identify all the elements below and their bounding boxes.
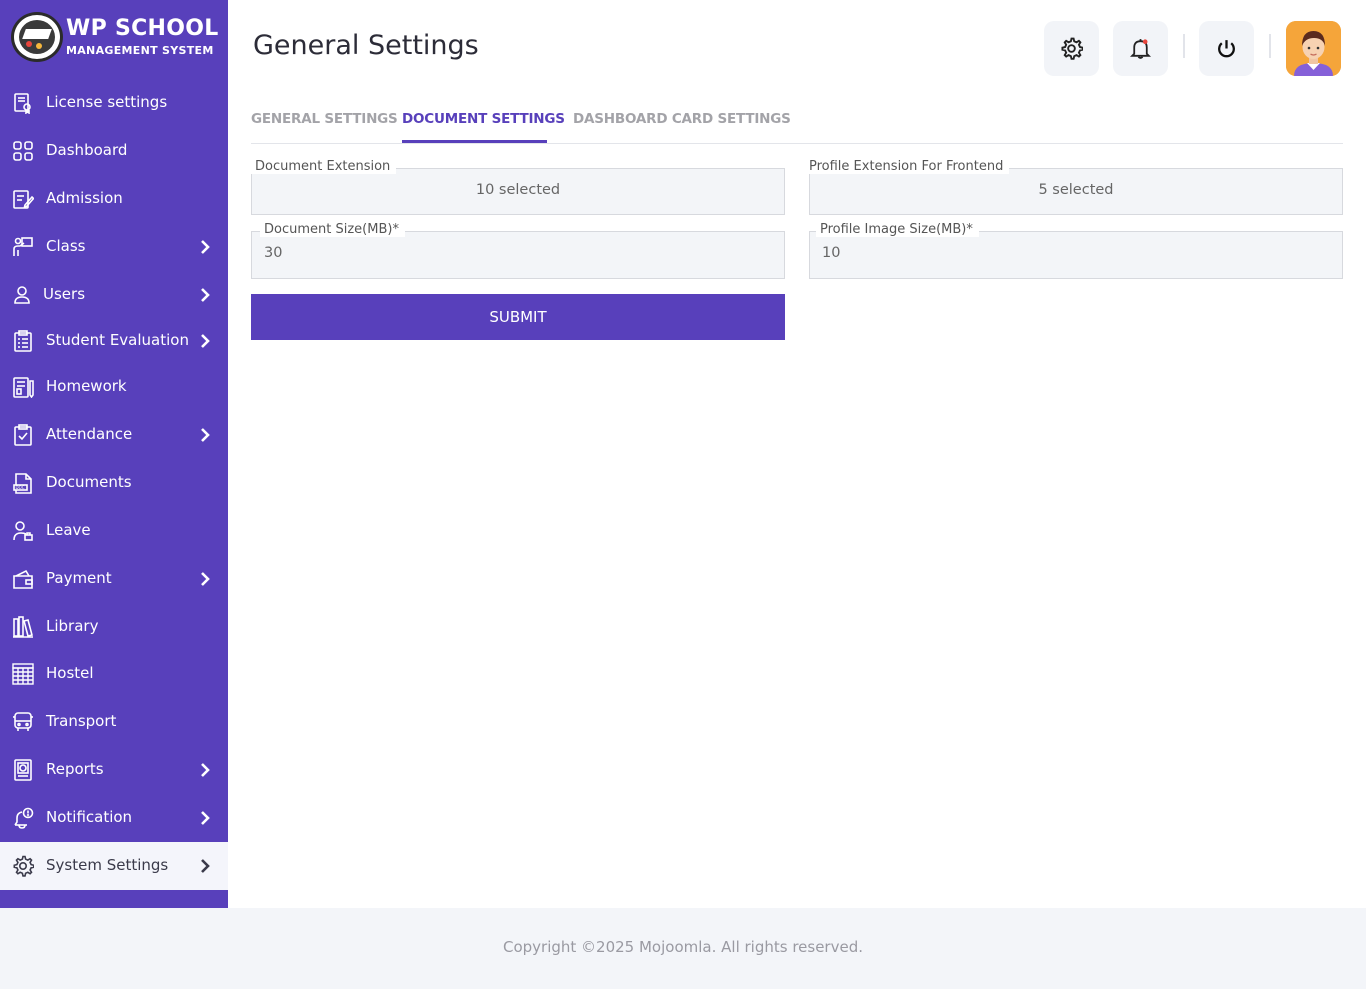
- chevron-right-icon: [201, 334, 210, 348]
- header-divider: [1183, 34, 1185, 58]
- reports-icon: [14, 759, 32, 781]
- sidebar-item-reports[interactable]: Reports: [0, 746, 228, 794]
- sidebar-item-homework[interactable]: Homework: [0, 363, 228, 411]
- sidebar-item-attendance[interactable]: Attendance: [0, 411, 228, 459]
- document-extension-select[interactable]: Document Extension 10 selected: [251, 159, 785, 215]
- settings-button[interactable]: [1044, 21, 1099, 76]
- sidebar-item-label: Documents: [46, 473, 132, 491]
- hostel-icon: [12, 663, 34, 685]
- sidebar-item-system-settings[interactable]: System Settings: [0, 842, 228, 890]
- attendance-icon: [14, 424, 32, 446]
- sidebar-item-library[interactable]: Library: [0, 603, 228, 650]
- chevron-right-icon: [201, 811, 210, 825]
- sidebar-item-documents[interactable]: DOC Documents: [0, 459, 228, 507]
- page-title: General Settings: [253, 30, 479, 61]
- chevron-right-icon: [201, 288, 210, 302]
- dashboard-icon: [13, 141, 33, 161]
- profile-image-size-input[interactable]: Profile Image Size(MB)* 10: [809, 222, 1343, 279]
- sidebar-item-student-evaluation[interactable]: Student Evaluation: [0, 317, 228, 363]
- bus-icon: [13, 712, 33, 731]
- settings-tabs: GENERAL SETTINGS DOCUMENT SETTINGS DASHB…: [251, 107, 1343, 144]
- school-logo-icon: [11, 12, 63, 62]
- sidebar-item-label: Library: [46, 617, 99, 635]
- sidebar-item-label: Leave: [46, 521, 91, 539]
- sidebar-item-label: Reports: [46, 760, 104, 778]
- copyright-text: Copyright ©2025 Mojoomla. All rights res…: [502, 938, 863, 956]
- sidebar-item-label: Student Evaluation: [46, 331, 189, 349]
- logout-button[interactable]: [1199, 21, 1254, 76]
- library-icon: [13, 616, 33, 638]
- tab-dashboard-card-settings[interactable]: DASHBOARD CARD SETTINGS: [573, 111, 791, 127]
- class-icon: [13, 237, 33, 256]
- chevron-right-icon: [201, 240, 210, 254]
- notifications-button[interactable]: [1113, 21, 1168, 76]
- sidebar-item-class[interactable]: Class: [0, 223, 228, 271]
- sidebar-item-label: License settings: [46, 93, 168, 111]
- homework-icon: [13, 377, 34, 398]
- sidebar-item-label: Class: [46, 237, 86, 255]
- footer: Copyright ©2025 Mojoomla. All rights res…: [0, 908, 1366, 989]
- active-tab-indicator: [402, 140, 547, 143]
- sidebar-item-label: Admission: [46, 189, 123, 207]
- chevron-right-icon: [201, 859, 210, 873]
- header-divider: [1269, 34, 1271, 58]
- document-size-input[interactable]: Document Size(MB)* 30: [251, 222, 785, 279]
- sidebar-item-label: Users: [43, 285, 86, 303]
- sidebar-item-label: System Settings: [46, 856, 169, 874]
- document-extension-value: 10 selected: [475, 182, 561, 198]
- leave-icon: [13, 521, 33, 541]
- notification-icon: [14, 807, 34, 829]
- evaluation-icon: [14, 330, 32, 352]
- brand-subtitle: MANAGEMENT SYSTEM: [66, 44, 214, 57]
- profile-extension-value: 5 selected: [1038, 182, 1114, 198]
- sidebar-item-label: Transport: [46, 712, 117, 730]
- sidebar-item-users[interactable]: Users: [0, 271, 228, 317]
- sidebar-item-admission[interactable]: Admission: [0, 175, 228, 223]
- document-size-label: Document Size(MB)*: [260, 222, 405, 237]
- documents-icon: DOC: [13, 473, 32, 494]
- brand-logo[interactable]: WP SCHOOL MANAGEMENT SYSTEM: [10, 12, 224, 64]
- bell-icon: [1129, 39, 1152, 59]
- sidebar-item-label: Notification: [46, 808, 133, 826]
- license-icon: [14, 93, 31, 114]
- sidebar-item-dashboard[interactable]: Dashboard: [0, 127, 228, 175]
- sidebar-item-label: Attendance: [46, 425, 133, 443]
- sidebar-item-label: Payment: [46, 569, 112, 587]
- admission-icon: [13, 190, 34, 209]
- chevron-right-icon: [201, 428, 210, 442]
- profile-image-size-label: Profile Image Size(MB)*: [816, 222, 979, 237]
- sidebar-nav: License settings Dashboard Admission Cla…: [0, 79, 228, 890]
- brand-title: WP SCHOOL: [66, 16, 219, 41]
- profile-image-size-value: 10: [822, 245, 841, 261]
- document-size-value: 30: [264, 245, 283, 261]
- sidebar: WP SCHOOL MANAGEMENT SYSTEM License sett…: [0, 0, 228, 908]
- wallet-icon: [13, 569, 33, 589]
- user-icon: [14, 286, 30, 304]
- submit-button[interactable]: SUBMIT: [251, 294, 785, 340]
- sidebar-item-label: Hostel: [46, 664, 94, 682]
- profile-extension-label: Profile Extension For Frontend: [805, 159, 1010, 174]
- chevron-right-icon: [201, 763, 210, 777]
- gear-icon: [1061, 37, 1083, 60]
- chevron-right-icon: [201, 572, 210, 586]
- svg-text:DOC: DOC: [16, 485, 25, 490]
- sidebar-item-leave[interactable]: Leave: [0, 507, 228, 555]
- power-icon: [1218, 40, 1235, 58]
- sidebar-item-notification[interactable]: Notification: [0, 794, 228, 842]
- profile-extension-select[interactable]: Profile Extension For Frontend 5 selecte…: [805, 159, 1343, 215]
- sidebar-item-label: Dashboard: [46, 141, 128, 159]
- gear-icon: [13, 855, 34, 877]
- sidebar-item-transport[interactable]: Transport: [0, 698, 228, 746]
- document-extension-label: Document Extension: [251, 159, 397, 174]
- sidebar-item-hostel[interactable]: Hostel: [0, 650, 228, 698]
- sidebar-item-label: Homework: [46, 377, 127, 395]
- avatar[interactable]: [1286, 21, 1341, 76]
- tab-document-settings[interactable]: DOCUMENT SETTINGS: [402, 111, 565, 127]
- tab-general-settings[interactable]: GENERAL SETTINGS: [251, 111, 398, 127]
- sidebar-item-payment[interactable]: Payment: [0, 555, 228, 603]
- sidebar-item-license-settings[interactable]: License settings: [0, 79, 228, 127]
- user-avatar-icon: [1286, 21, 1341, 76]
